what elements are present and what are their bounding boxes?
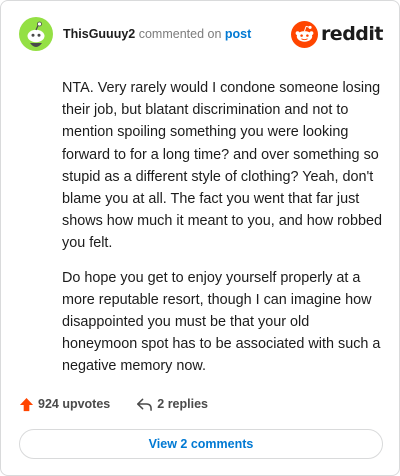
replies-button[interactable]: 2 replies: [136, 397, 208, 412]
reddit-wordmark: reddit: [320, 23, 384, 45]
upvote-button[interactable]: 924 upvotes: [19, 397, 110, 412]
comment-header: ThisGuuuy2 commented on post reddit: [19, 17, 384, 53]
upvote-arrow-icon: [19, 397, 34, 411]
comment-body: NTA. Very rarely would I condone someone…: [62, 77, 382, 390]
view-comments-button[interactable]: View 2 comments: [19, 429, 383, 459]
snoo-avatar-icon[interactable]: [19, 17, 53, 51]
action-text: commented on: [138, 27, 222, 41]
reddit-logo-icon: [290, 20, 318, 48]
comment-meta: ThisGuuuy2 commented on post: [63, 27, 251, 42]
comment-paragraph: NTA. Very rarely would I condone someone…: [62, 80, 382, 252]
reply-arrow-icon: [137, 398, 153, 411]
comment-actions: 924 upvotes 2 replies: [19, 393, 208, 415]
comment-paragraph: Do hope you get to enjoy yourself proper…: [62, 269, 381, 375]
reddit-logo[interactable]: reddit: [290, 19, 384, 49]
comment-card: ThisGuuuy2 commented on post reddit NTA.…: [0, 0, 400, 476]
upvote-count: 924 upvotes: [38, 397, 111, 411]
username-link[interactable]: ThisGuuuy2: [63, 27, 135, 41]
reply-count: 2 replies: [157, 397, 208, 411]
post-link[interactable]: post: [225, 27, 251, 41]
